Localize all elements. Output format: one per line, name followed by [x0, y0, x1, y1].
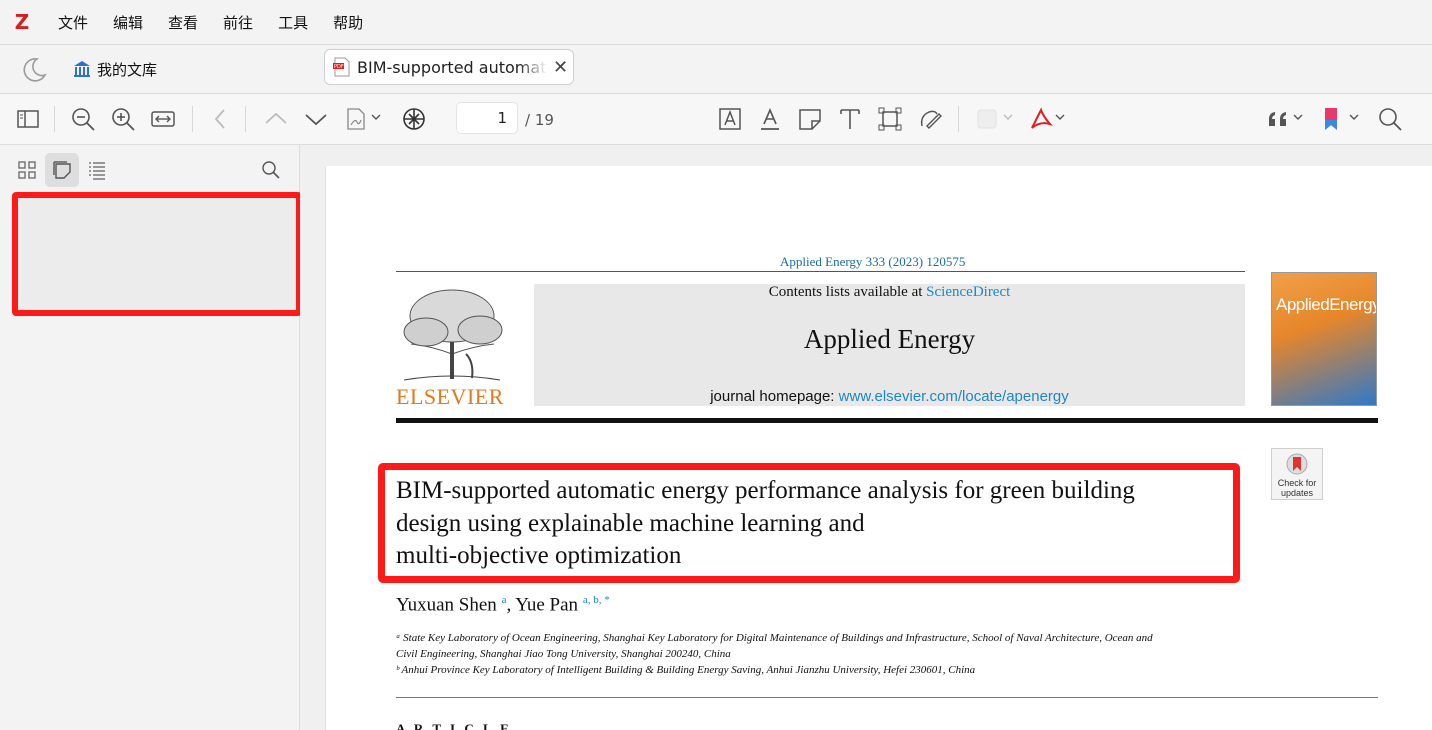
sidebar-search-button[interactable]: [254, 153, 288, 187]
search-icon: [262, 161, 280, 179]
tab-label: 我的文库: [97, 60, 158, 79]
annotation-icon: [53, 161, 71, 179]
article-title-line-1[interactable]: BIM-supported automatic energy performan…: [396, 477, 1135, 505]
homepage-prefix: journal homepage:: [710, 388, 839, 405]
affiliation-b[interactable]: ᵇ Anhui Province Key Laboratory of Intel…: [396, 664, 1256, 676]
zoom-in-icon[interactable]: [110, 106, 136, 132]
author-name: Yuxuan Shen: [396, 594, 497, 616]
contents-line: Contents lists available at ScienceDirec…: [534, 284, 1245, 301]
fit-width-icon[interactable]: [150, 106, 176, 132]
grid-icon: [18, 161, 36, 179]
sidebar: [0, 145, 302, 730]
pdf-reader-area[interactable]: Applied Energy 333 (2023) 120575 ELSEVIE…: [300, 145, 1432, 730]
affiliation-rule: [396, 697, 1378, 698]
previous-page-icon[interactable]: [263, 106, 289, 132]
ai-assistant-icon[interactable]: [401, 106, 427, 132]
bookmark-icon[interactable]: [1318, 106, 1344, 132]
area-select-icon[interactable]: [877, 106, 903, 132]
thumbnails-view-button[interactable]: [10, 153, 44, 187]
outline-view-button[interactable]: [80, 153, 114, 187]
menu-view[interactable]: 查看: [168, 12, 198, 33]
color-picker-icon[interactable]: [974, 106, 1000, 132]
annotation-card-highlighted[interactable]: [12, 192, 302, 316]
contents-prefix: Contents lists available at: [768, 284, 927, 300]
quote-icon[interactable]: [1266, 106, 1292, 132]
chevron-down-icon[interactable]: [1003, 112, 1013, 122]
article-title-line-2[interactable]: design using explainable machine learnin…: [396, 510, 865, 538]
article-title-line-3[interactable]: multi-objective optimization: [396, 542, 681, 570]
chevron-down-icon[interactable]: [1055, 112, 1065, 122]
author-name: Yue Pan: [515, 594, 579, 616]
annotations-view-button[interactable]: [45, 153, 79, 187]
header-thick-rule: [396, 418, 1378, 423]
author-separator: ,: [506, 594, 516, 616]
toolbar-divider: [54, 106, 55, 132]
affiliation-a-cont[interactable]: Civil Engineering, Shanghai Jiao Tong Un…: [396, 648, 1256, 660]
journal-citation[interactable]: Applied Energy 333 (2023) 120575: [780, 254, 965, 270]
tab-bar: 我的文库 PDF BIM-supported automatic energy …: [0, 45, 1432, 94]
reader-toolbar: 1 / 19: [0, 94, 1432, 145]
toolbar-divider: [245, 106, 246, 132]
sciencedirect-link[interactable]: ScienceDirect: [926, 284, 1010, 300]
page-number-input[interactable]: 1: [456, 102, 518, 134]
homepage-line: journal homepage: www.elsevier.com/locat…: [534, 388, 1245, 405]
menu-bar: Z 文件 编辑 查看 前往 工具 帮助: [0, 0, 1432, 45]
toolbar-divider: [958, 106, 959, 132]
tab-my-library[interactable]: 我的文库: [72, 57, 157, 81]
zotero-logo[interactable]: Z: [0, 10, 44, 34]
menu-file[interactable]: 文件: [58, 12, 88, 33]
cover-title: AppliedEnergy: [1276, 295, 1377, 314]
journal-name: Applied Energy: [803, 324, 976, 354]
publisher-wordmark: ELSEVIER: [396, 384, 504, 409]
underline-icon[interactable]: [757, 106, 783, 132]
back-arrow-icon[interactable]: [208, 106, 234, 132]
journal-header-box: Contents lists available at ScienceDirec…: [534, 284, 1245, 406]
note-icon[interactable]: [797, 106, 823, 132]
affiliation-a[interactable]: ᵃ State Key Laboratory of Ocean Engineer…: [396, 632, 1256, 644]
menu-tools[interactable]: 工具: [278, 12, 308, 33]
menu-help[interactable]: 帮助: [333, 12, 363, 33]
chevron-down-icon[interactable]: [371, 112, 381, 122]
check-updates-label: Check for updates: [1277, 478, 1317, 498]
author-affiliation-mark[interactable]: a, b, *: [583, 594, 610, 606]
text-annotation-icon[interactable]: [717, 106, 743, 132]
zoom-out-icon[interactable]: [70, 106, 96, 132]
acrobat-icon[interactable]: [1028, 106, 1054, 132]
section-heading-peek: A R T I C L E: [396, 721, 512, 730]
menu-edit[interactable]: 编辑: [113, 12, 143, 33]
list-icon: [89, 162, 105, 180]
menu-go[interactable]: 前往: [223, 12, 253, 33]
tab-document[interactable]: PDF BIM-supported automatic energy perfo…: [324, 49, 574, 85]
toolbar-divider: [192, 106, 193, 132]
library-icon: [74, 61, 90, 77]
pdf-view-mode-icon[interactable]: [343, 106, 369, 132]
toggle-sidebar-icon[interactable]: [15, 106, 41, 132]
header-rule: [396, 271, 1245, 272]
next-page-icon[interactable]: [303, 106, 329, 132]
text-box-icon[interactable]: [837, 106, 863, 132]
ink-pen-icon[interactable]: [917, 106, 943, 132]
homepage-link[interactable]: www.elsevier.com/locate/apenergy: [839, 388, 1069, 405]
authors-line[interactable]: Yuxuan Shen a, Yue Pan a, b, *: [396, 594, 610, 616]
bookmark-badge-icon: [1286, 453, 1308, 475]
pdf-file-icon: PDF: [333, 57, 350, 77]
page-total: / 19: [525, 111, 554, 129]
tab-document-title: BIM-supported automatic energy performan…: [357, 57, 547, 77]
check-for-updates-badge[interactable]: Check for updates: [1271, 448, 1323, 500]
chevron-down-icon[interactable]: [1349, 112, 1359, 122]
svg-text:PDF: PDF: [334, 64, 344, 70]
search-icon[interactable]: [1377, 106, 1403, 132]
moon-icon[interactable]: [20, 55, 48, 83]
journal-cover-image: AppliedEnergy: [1271, 272, 1377, 406]
close-icon[interactable]: ✕: [553, 57, 568, 78]
chevron-down-icon[interactable]: [1293, 112, 1303, 122]
pdf-page[interactable]: Applied Energy 333 (2023) 120575 ELSEVIE…: [325, 166, 1432, 730]
